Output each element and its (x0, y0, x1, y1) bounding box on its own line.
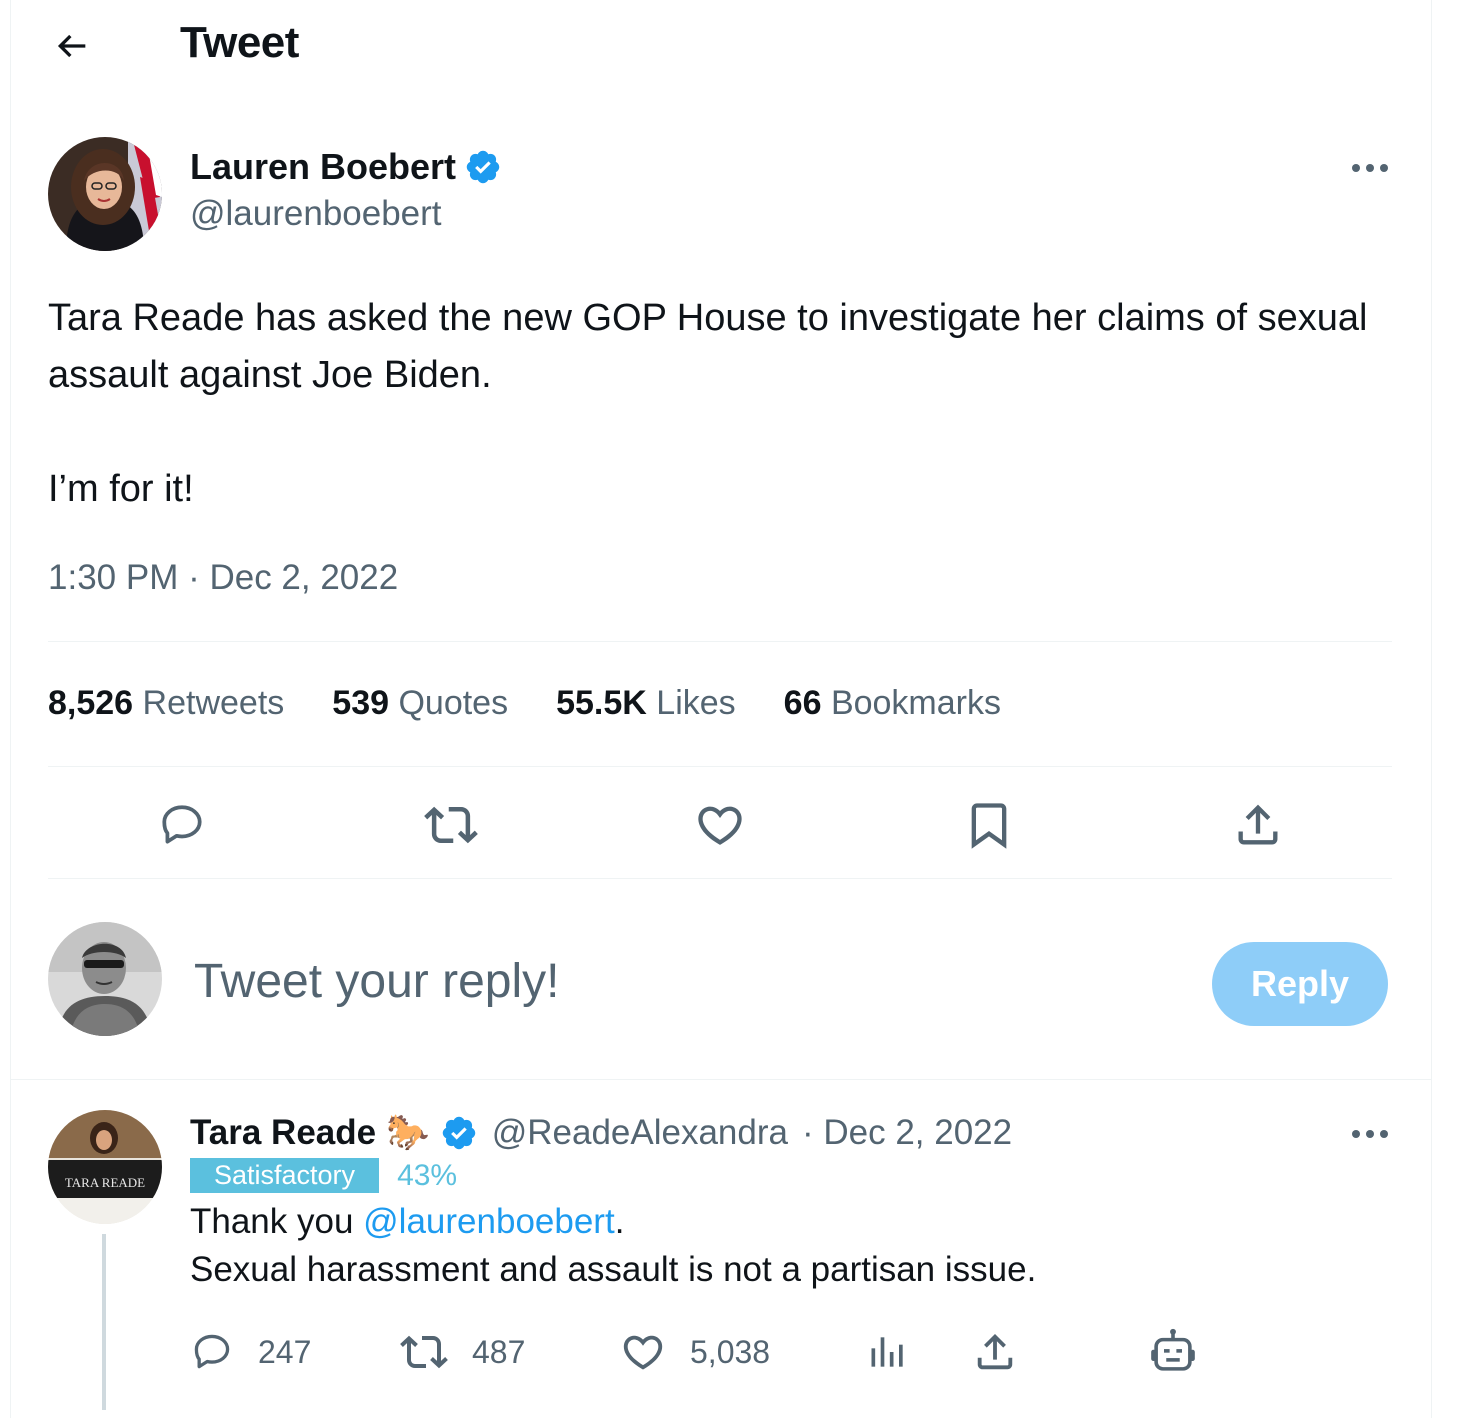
section-divider (10, 1079, 1432, 1080)
heart-icon (623, 1335, 663, 1370)
tweet-more-button[interactable] (1340, 148, 1400, 188)
more-horizontal-icon (1352, 1130, 1388, 1138)
bookmark-action-button[interactable] (957, 793, 1021, 857)
horse-emoji-icon: 🐎 (386, 1113, 430, 1152)
reply-share-button[interactable] (972, 1322, 1018, 1382)
avatar-caption: TARA READE (65, 1175, 145, 1190)
arrow-left-icon (57, 34, 86, 58)
reply-input[interactable]: Tweet your reply! (194, 954, 559, 1009)
reply-text-line-1: Thank you @laurenboebert. (190, 1202, 625, 1241)
divider (48, 641, 1392, 642)
reply-author-handle[interactable]: @ReadeAlexandra (492, 1113, 788, 1153)
reply-date[interactable]: · Dec 2, 2022 (802, 1113, 1012, 1153)
reply-count: 247 (258, 1333, 312, 1370)
retweet-icon (400, 1335, 448, 1369)
reply-more-button[interactable] (1340, 1114, 1400, 1154)
reply-action-bar: 247 487 5,038 (190, 1322, 1210, 1382)
share-upload-icon (1238, 804, 1278, 845)
verified-badge-icon (466, 150, 500, 184)
reply-text-line-2: Sexual harassment and assault is not a p… (190, 1250, 1037, 1289)
reply-submit-button[interactable]: Reply (1212, 942, 1388, 1026)
verified-badge-icon (442, 1116, 475, 1149)
reply-like-button[interactable]: 5,038 (620, 1322, 770, 1382)
author-avatar[interactable] (48, 137, 162, 251)
tweet-action-bar (48, 790, 1392, 860)
author-name-text: Lauren Boebert (190, 146, 457, 187)
reply-retweet-button[interactable]: 487 (400, 1322, 525, 1382)
page-title: Tweet (180, 18, 299, 67)
share-action-button[interactable] (1226, 793, 1290, 857)
tweet-timestamp[interactable]: 1:30 PM · Dec 2, 2022 (48, 558, 398, 598)
analytics-bar-chart-icon (871, 1337, 903, 1367)
back-button[interactable] (48, 22, 96, 70)
rating-badge: Satisfactory (190, 1158, 380, 1193)
thread-line (102, 1234, 106, 1410)
like-count: 5,038 (690, 1333, 771, 1370)
author-handle[interactable]: @laurenboebert (190, 194, 442, 234)
current-user-avatar[interactable] (48, 922, 162, 1036)
tweet-text-paragraph-2: I’m for it! (48, 468, 194, 510)
like-action-button[interactable] (688, 793, 752, 857)
author-name[interactable]: Lauren Boebert (190, 146, 502, 188)
bookmark-icon (971, 803, 1007, 849)
heart-icon (698, 806, 742, 845)
mention-link[interactable]: @laurenboebert (363, 1202, 615, 1241)
bookmarks-stat[interactable]: 66 Bookmarks (784, 684, 1001, 723)
reply-author-avatar[interactable]: TARA READE (48, 1110, 162, 1224)
quotes-stat[interactable]: 539 Quotes (332, 684, 508, 723)
reply-comment-button[interactable]: 247 (190, 1322, 311, 1382)
retweets-stat[interactable]: 8,526 Retweets (48, 684, 284, 723)
reply-author-row: Tara Reade 🐎 @ReadeAlexandra · Dec 2, 20… (190, 1112, 1012, 1153)
likes-stat[interactable]: 55.5K Likes (556, 684, 736, 723)
reply-views-button[interactable] (866, 1322, 910, 1382)
tweet-stats: 8,526 Retweets 539 Quotes 55.5K Likes 66… (48, 684, 1001, 723)
more-horizontal-icon (1352, 164, 1388, 172)
tweet-text: Tara Reade has asked the new GOP House t… (48, 290, 1388, 518)
rating-badge-row: Satisfactory 43% (190, 1158, 457, 1193)
reply-bot-button[interactable] (1146, 1322, 1200, 1382)
tweet-text-paragraph-1: Tara Reade has asked the new GOP House t… (48, 297, 1368, 396)
rating-percent: 43% (397, 1158, 458, 1192)
reply-text: Thank you @laurenboebert. Sexual harassm… (190, 1198, 1036, 1294)
reply-bubble-icon (162, 805, 202, 844)
reply-bubble-icon (194, 1334, 230, 1369)
reply-author-name[interactable]: Tara Reade (190, 1113, 376, 1153)
divider (48, 878, 1392, 879)
divider (48, 766, 1392, 767)
retweet-count: 487 (472, 1333, 526, 1370)
robot-icon (1151, 1328, 1195, 1371)
share-upload-icon (977, 1333, 1013, 1370)
retweet-icon (424, 806, 479, 844)
retweet-action-button[interactable] (419, 793, 483, 857)
reply-action-button[interactable] (150, 793, 214, 857)
